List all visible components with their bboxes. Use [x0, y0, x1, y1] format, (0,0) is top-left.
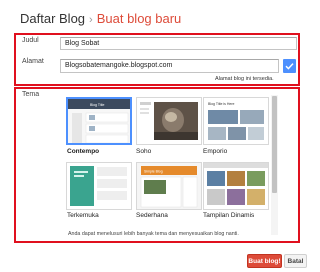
address-label: Alamat — [22, 58, 44, 65]
theme-thumbnail-soho[interactable] — [136, 97, 202, 145]
theme-thumbnail-sederhana[interactable]: Simple Blog — [136, 162, 202, 210]
theme-name-terkemuka: Terkemuka — [67, 212, 99, 219]
create-blog-button[interactable]: Buat blog! — [247, 254, 282, 268]
breadcrumb-separator: › — [89, 14, 93, 26]
page-title: Buat blog baru — [96, 11, 182, 26]
theme-thumbnail-contempo[interactable]: Blog Title — [66, 97, 132, 145]
theme-label: Tema — [22, 91, 40, 98]
theme-name-contempo: Contempo — [67, 148, 100, 155]
breadcrumb-blog-list[interactable]: Daftar Blog — [20, 11, 85, 26]
theme-name-emporio: Emporio — [203, 148, 228, 155]
theme-footnote: Anda dapat menelusuri lebih banyak tema … — [68, 231, 239, 237]
address-input[interactable]: Blogsobatemangoke.blogspot.com — [60, 59, 279, 73]
sederhana-thumb-title: Simple Blog — [144, 170, 163, 174]
title-label: Judul — [22, 37, 39, 44]
breadcrumb: Daftar Blog › Buat blog baru — [20, 11, 181, 26]
theme-thumbnail-tampilan-dinamis[interactable] — [203, 162, 269, 210]
theme-name-tampilan-dinamis: Tampilan Dinamis — [203, 212, 255, 219]
theme-thumbnail-emporio[interactable]: Blog Title is Here — [203, 97, 269, 145]
contempo-thumb-title: Blog Title — [90, 103, 104, 107]
theme-scrollbar-thumb[interactable] — [272, 96, 277, 193]
address-availability-hint: Alamat blog ini tersedia. — [215, 76, 274, 82]
emporio-thumb-title: Blog Title is Here — [208, 102, 235, 106]
theme-thumbnail-terkemuka[interactable] — [66, 162, 132, 210]
check-icon — [283, 59, 296, 73]
cancel-button[interactable]: Batal — [284, 254, 307, 268]
theme-name-soho: Soho — [136, 148, 152, 155]
title-input[interactable]: Blog Sobat — [60, 37, 297, 50]
theme-name-sederhana: Sederhana — [136, 212, 168, 219]
